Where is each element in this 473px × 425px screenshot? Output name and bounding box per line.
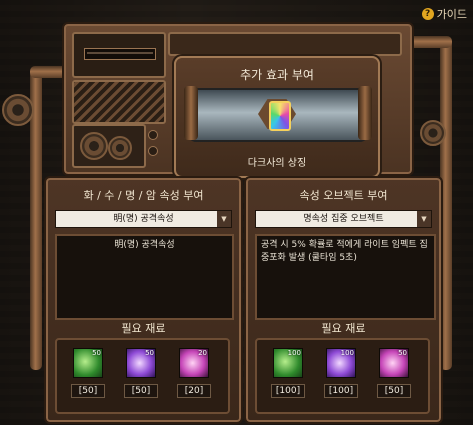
material-count: [100] [271, 384, 305, 398]
magenta-burst-icon[interactable]: 20 [179, 348, 209, 378]
object-select[interactable]: 명속성 집중 오브젝트 ▼ [255, 210, 432, 228]
green-crystal-icon[interactable]: 100 [273, 348, 303, 378]
attribute-description: 明(명) 공격속성 [55, 234, 234, 320]
gear-icon [80, 132, 108, 160]
material-count: [50] [124, 384, 158, 398]
object-enchant-panel: 속성 오브젝트 부여 명속성 집중 오브젝트 ▼ 공격 시 5% 확률로 적에게… [244, 176, 443, 424]
attribute-enchant-panel: 화 / 수 / 명 / 암 속성 부여 明(명) 공격속성 ▼ 明(명) 공격속… [44, 176, 243, 424]
attribute-select[interactable]: 明(명) 공격속성 ▼ [55, 210, 232, 228]
attribute-select-value: 明(명) 공격속성 [113, 214, 174, 224]
dropdown-arrow-icon[interactable]: ▼ [417, 211, 431, 227]
status-slot [84, 48, 156, 60]
right-side-vent [168, 32, 402, 56]
dropdown-arrow-icon[interactable]: ▼ [217, 211, 231, 227]
material-count: [50] [71, 384, 105, 398]
material-item[interactable]: 100 [100] [324, 348, 358, 398]
material-item[interactable]: 20 [20] [177, 348, 211, 398]
material-badge: 50 [92, 349, 101, 357]
help-icon: ? [421, 8, 434, 20]
bolt-icon [148, 130, 158, 140]
object-description: 공격 시 5% 확률로 적에게 라이트 임펙트 집중포화 발생 (쿨타임 5초) [255, 234, 436, 320]
gear-compartment [72, 124, 146, 168]
status-slot-panel [72, 32, 166, 78]
material-badge: 50 [398, 349, 407, 357]
material-badge: 50 [145, 349, 154, 357]
material-item[interactable]: 100 [100] [271, 348, 305, 398]
material-count: [50] [377, 384, 411, 398]
object-select-value: 명속성 집중 오브젝트 [303, 214, 384, 224]
materials-title: 필요 재료 [321, 322, 366, 335]
material-badge: 100 [287, 349, 301, 357]
purple-swirl-icon[interactable]: 100 [326, 348, 356, 378]
materials-box: 100 [100] 100 [100] 50 [50] [255, 338, 430, 414]
guide-label: 가이드 [436, 8, 467, 21]
materials-title: 필요 재료 [121, 322, 166, 335]
gear-icon [420, 120, 446, 146]
panel-title: 속성 오브젝트 부여 [299, 189, 388, 202]
gear-icon [2, 94, 34, 126]
gear-icon [108, 136, 132, 160]
material-count: [100] [324, 384, 358, 398]
material-item[interactable]: 50 [50] [124, 348, 158, 398]
guide-button[interactable]: ? 가이드 [421, 6, 467, 22]
material-badge: 20 [198, 349, 207, 357]
materials-box: 50 [50] 50 [50] 20 [20] [55, 338, 230, 414]
material-item[interactable]: 50 [50] [71, 348, 105, 398]
magenta-burst-icon[interactable]: 50 [379, 348, 409, 378]
panel-title: 화 / 수 / 명 / 암 속성 부여 [83, 189, 204, 202]
emblem-name: 다크사의 상징 [247, 158, 307, 169]
effect-title: 추가 효과 부여 [240, 68, 314, 82]
bolt-icon [148, 146, 158, 156]
material-count: [20] [177, 384, 211, 398]
emblem-tube [184, 86, 372, 142]
green-crystal-icon[interactable]: 50 [73, 348, 103, 378]
material-badge: 100 [340, 349, 354, 357]
purple-swirl-icon[interactable]: 50 [126, 348, 156, 378]
dark-emblem-icon[interactable] [269, 101, 291, 131]
vent-grille [72, 80, 166, 124]
effect-display: 추가 효과 부여 다크사의 상징 [174, 56, 380, 178]
material-item[interactable]: 50 [50] [377, 348, 411, 398]
